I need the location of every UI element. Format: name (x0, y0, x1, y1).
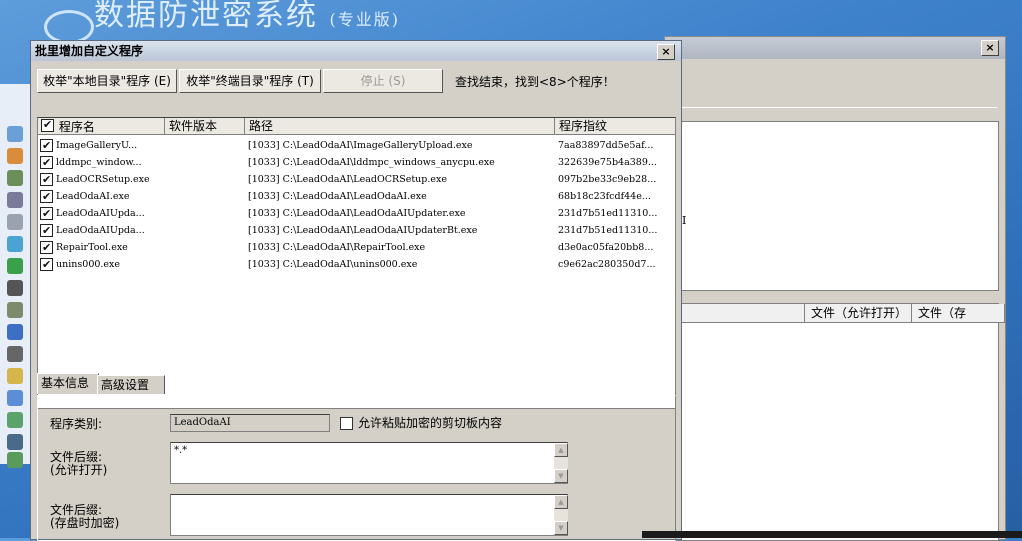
report-icon[interactable] (7, 452, 23, 468)
suffix-open-scrollbar[interactable]: ▲ ▼ (554, 443, 568, 483)
background-col-save[interactable]: 文件（存 (912, 304, 1005, 323)
shield-icon[interactable] (7, 258, 23, 274)
scroll-up-icon[interactable]: ▲ (554, 443, 568, 457)
bottom-bar (642, 531, 1022, 538)
close-icon[interactable]: × (981, 40, 999, 56)
row-checkbox[interactable] (40, 239, 53, 256)
stop-button[interactable]: 停止 (S) (323, 69, 443, 93)
column-header-fingerprint[interactable]: 程序指纹 (555, 118, 675, 135)
tools-icon[interactable] (7, 214, 23, 230)
monitor-icon[interactable] (7, 324, 23, 340)
background-fragment: I (682, 214, 687, 227)
row-checkbox[interactable] (40, 137, 53, 154)
background-bottom-pane: 文件（允许打开） 文件（存 (677, 303, 1005, 541)
table-row[interactable]: LeadOCRSetup.exe [1033] C:\LeadOdaAI\Lea… (38, 171, 675, 188)
enum-remote-button[interactable]: 枚举"终端目录"程序 (T) (179, 69, 321, 93)
app-title: 数据防泄密系统 (专业版) (94, 0, 401, 33)
select-all-checkbox[interactable] (41, 118, 54, 133)
suffix-save-input[interactable] (170, 494, 568, 536)
row-checkbox[interactable] (40, 188, 53, 205)
row-checkbox[interactable] (40, 154, 53, 171)
background-top-pane: I (677, 121, 999, 291)
app-logo (44, 10, 94, 44)
background-col-allow-open[interactable]: 文件（允许打开） (805, 304, 912, 323)
batch-add-dialog: 批里增加自定义程序 × 枚举"本地目录"程序 (E) 枚举"终端目录"程序 (T… (30, 40, 682, 541)
table-row[interactable]: unins000.exe [1033] C:\LeadOdaAI\unins00… (38, 256, 675, 273)
enum-local-button[interactable]: 枚举"本地目录"程序 (E) (37, 69, 177, 93)
background-col-blank[interactable] (678, 304, 805, 323)
clipboard-checkbox[interactable] (340, 417, 353, 430)
row-checkbox[interactable] (40, 256, 53, 273)
close-icon[interactable]: × (657, 44, 675, 60)
row-checkbox[interactable] (40, 171, 53, 188)
table-row[interactable]: LeadOdaAIUpda... [1033] C:\LeadOdaAI\Lea… (38, 222, 675, 239)
table-row[interactable]: RepairTool.exe [1033] C:\LeadOdaAI\Repai… (38, 239, 675, 256)
column-header-version[interactable]: 软件版本 (165, 118, 245, 135)
program-list[interactable]: 程序名 软件版本 路径 程序指纹 ImageGalleryU... [1033]… (37, 117, 676, 409)
list-icon[interactable] (7, 434, 23, 450)
settings-icon[interactable] (7, 302, 23, 318)
users-icon[interactable] (7, 280, 23, 296)
left-toolbar (0, 84, 31, 468)
background-window: × I 文件（允许打开） 文件（存 (664, 36, 1006, 541)
background-tabstrip (677, 85, 997, 108)
disk-icon[interactable] (7, 390, 23, 406)
gear-icon[interactable] (7, 170, 23, 186)
search-status: 查找结束，找到<8>个程序！ (455, 75, 615, 89)
dialog-titlebar: 批里增加自定义程序 × (31, 41, 681, 61)
printer-icon[interactable] (7, 346, 23, 362)
tab-advanced[interactable]: 高级设置 (97, 375, 165, 394)
background-window-titlebar: × (665, 37, 1005, 59)
table-row[interactable]: LeadOdaAIUpda... [1033] C:\LeadOdaAI\Lea… (38, 205, 675, 222)
scroll-down-icon[interactable]: ▼ (554, 521, 568, 535)
column-header-path[interactable]: 路径 (245, 118, 555, 135)
column-header-name[interactable]: 程序名 (38, 118, 165, 135)
suffix-open-label: 文件后缀: (允许打开) (50, 450, 108, 477)
suffix-save-label: 文件后缀: (存盘时加密) (50, 503, 120, 530)
row-checkbox[interactable] (40, 205, 53, 222)
suffix-save-scrollbar[interactable]: ▲ ▼ (554, 495, 568, 535)
globe-icon[interactable] (7, 236, 23, 252)
program-type-label: 程序类别: (50, 417, 103, 431)
scroll-up-icon[interactable]: ▲ (554, 495, 568, 509)
table-row[interactable]: LeadOdaAI.exe [1033] C:\LeadOdaAI\LeadOd… (38, 188, 675, 205)
key-icon[interactable] (7, 368, 23, 384)
tab-basic-info[interactable]: 基本信息 (37, 373, 99, 394)
computer-icon[interactable] (7, 126, 23, 142)
table-row[interactable]: lddmpc_window... [1033] C:\LeadOdaAI\ldd… (38, 154, 675, 171)
program-type-field[interactable]: LeadOdaAI (170, 414, 330, 432)
scroll-down-icon[interactable]: ▼ (554, 469, 568, 483)
row-checkbox[interactable] (40, 222, 53, 239)
refresh-icon[interactable] (7, 412, 23, 428)
basic-info-panel: 程序类别: LeadOdaAI 允许粘贴加密的剪切板内容 文件后缀: (允许打开… (37, 395, 676, 541)
network-icon[interactable] (7, 192, 23, 208)
user-icon[interactable] (7, 148, 23, 164)
table-row[interactable]: ImageGalleryU... [1033] C:\LeadOdaAI\Ima… (38, 137, 675, 154)
suffix-open-input[interactable]: *.* (170, 442, 568, 484)
dialog-title: 批里增加自定义程序 (35, 44, 144, 58)
clipboard-label: 允许粘贴加密的剪切板内容 (358, 416, 503, 430)
